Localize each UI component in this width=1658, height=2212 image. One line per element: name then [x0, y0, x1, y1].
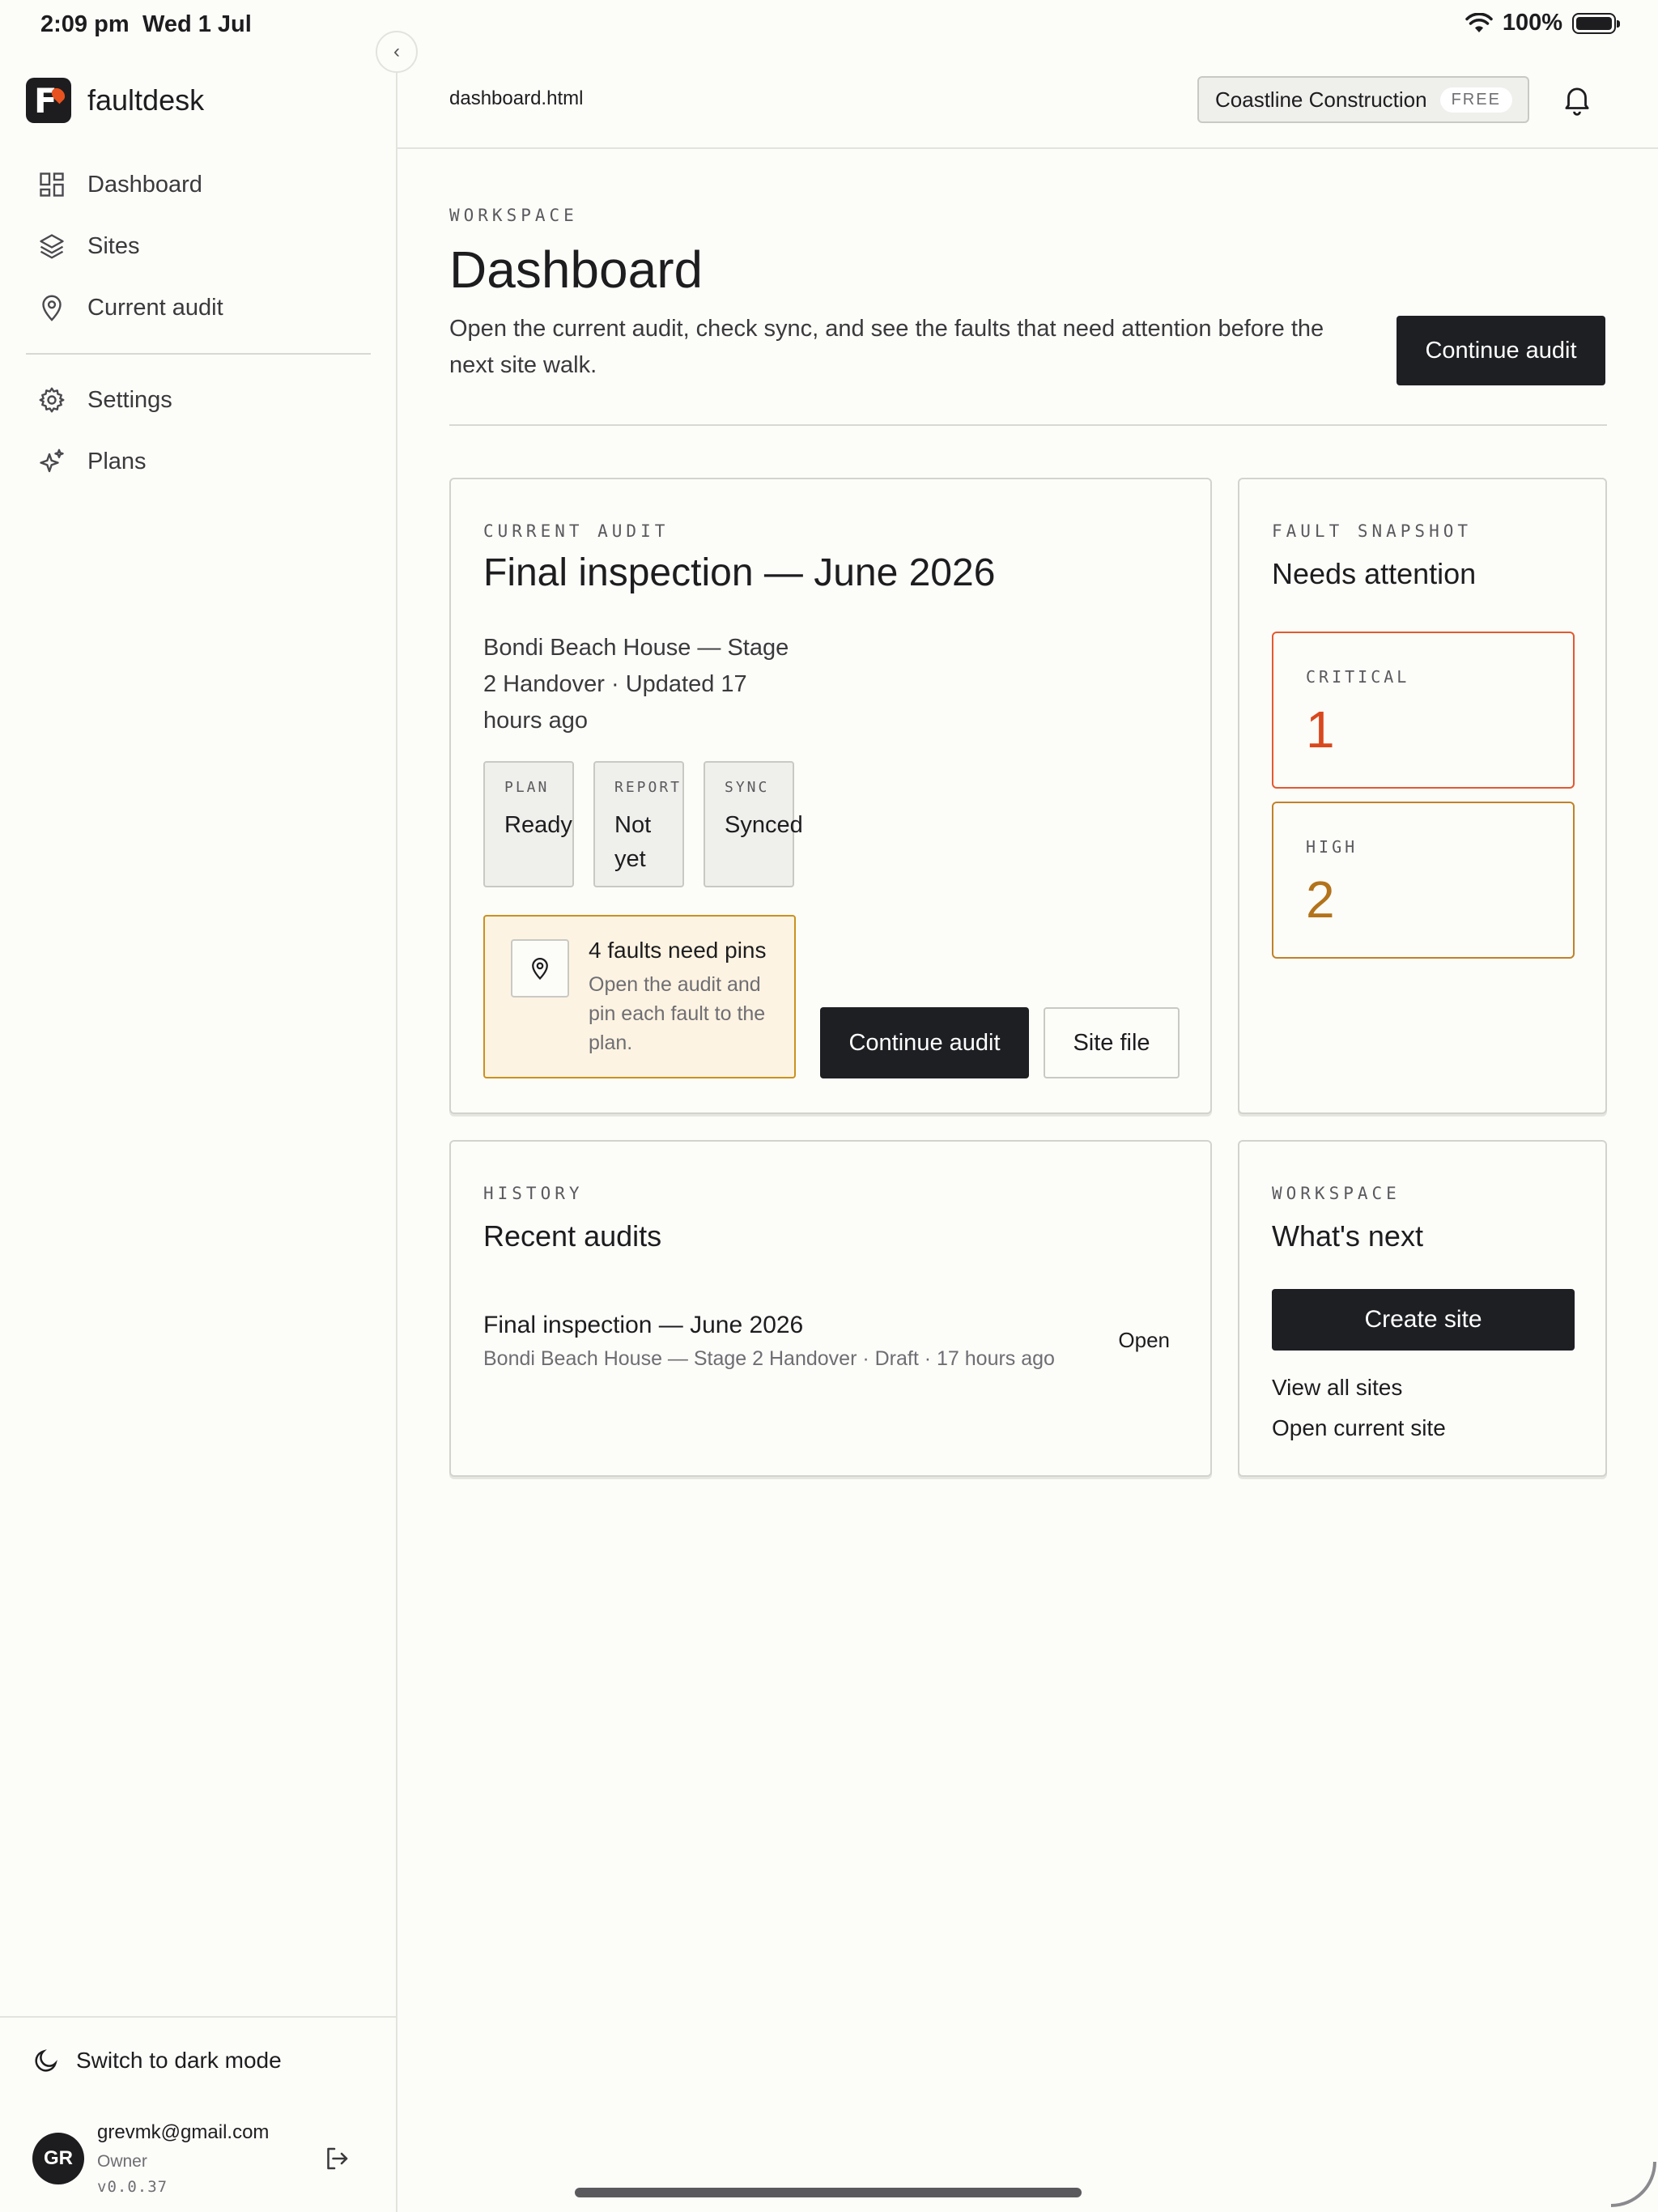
sidebar-item-label: Dashboard	[87, 171, 202, 198]
audit-row-meta: Bondi Beach House — Stage 2 Handover · D…	[483, 1347, 1055, 1370]
sidebar-item-label: Sites	[87, 232, 140, 259]
sidebar-item-dashboard[interactable]: Dashboard	[26, 154, 371, 215]
page-description: Open the current audit, check sync, and …	[449, 316, 1324, 378]
status-right: 100%	[1465, 10, 1620, 36]
app-version: v0.0.37	[97, 2178, 168, 2196]
severity-label: CRITICAL	[1306, 667, 1410, 687]
audit-row-title: Final inspection — June 2026	[483, 1312, 804, 1338]
bell-icon[interactable]	[1560, 83, 1594, 117]
whats-next-card: WORKSPACE What's next Create site View a…	[1238, 1140, 1607, 1477]
status-bar: 2:09 pm Wed 1 Jul 100%	[0, 0, 1658, 50]
dark-mode-toggle[interactable]: Switch to dark mode	[32, 2047, 282, 2074]
battery-icon	[1572, 12, 1620, 34]
user-email: grevmk@gmail.com	[97, 2121, 270, 2143]
map-pin-icon	[42, 295, 62, 321]
stat-label: PLAN	[504, 779, 550, 796]
corner-gesture-indicator	[1611, 2162, 1656, 2207]
page-title: Dashboard	[449, 240, 704, 299]
sidebar-item-sites[interactable]: Sites	[26, 215, 371, 277]
chevron-left-icon: ‹	[393, 40, 400, 62]
create-site-button[interactable]: Create site	[1272, 1289, 1575, 1351]
sparkles-icon	[40, 449, 64, 473]
alert-description: Open the audit and pin each fault to the…	[589, 973, 766, 1054]
card-eyebrow: CURRENT AUDIT	[483, 521, 670, 541]
logout-icon[interactable]	[322, 2144, 351, 2173]
continue-audit-card-button[interactable]: Continue audit	[820, 1007, 1029, 1078]
high-count-tile[interactable]: HIGH 2	[1272, 802, 1575, 959]
dark-mode-label: Switch to dark mode	[76, 2048, 282, 2073]
user-role: Owner	[97, 2152, 147, 2171]
alert-title: 4 faults need pins	[589, 938, 767, 963]
sidebar-nav: Dashboard Sites Current audit Settings P…	[26, 154, 371, 492]
current-file-label: dashboard.html	[449, 87, 584, 109]
continue-audit-button[interactable]: Continue audit	[1397, 316, 1605, 385]
snapshot-title: Needs attention	[1272, 557, 1477, 590]
map-pin-icon	[532, 958, 548, 981]
avatar[interactable]: GR	[32, 2133, 84, 2184]
critical-count-tile[interactable]: CRITICAL 1	[1272, 632, 1575, 789]
page-eyebrow: WORKSPACE	[449, 206, 578, 225]
sidebar-item-current-audit[interactable]: Current audit	[26, 277, 371, 338]
pins-alert: 4 faults need pins Open the audit and pi…	[483, 915, 796, 1078]
severity-count: 1	[1306, 700, 1335, 759]
sidebar-item-plans[interactable]: Plans	[26, 431, 371, 492]
collapse-sidebar-button[interactable]: ‹	[376, 31, 418, 73]
brand-logo-icon: F	[26, 78, 71, 123]
history-title: Recent audits	[483, 1219, 662, 1253]
view-all-sites-link[interactable]: View all sites	[1272, 1375, 1402, 1401]
whats-next-title: What's next	[1272, 1219, 1423, 1253]
sidebar-footer: Switch to dark mode GR grevmk@gmail.com …	[0, 2016, 396, 2196]
severity-count: 2	[1306, 870, 1335, 929]
moon-icon	[35, 2049, 57, 2072]
stat-report: REPORT Not yet	[593, 761, 684, 887]
org-switcher[interactable]: Coastline Construction FREE	[1197, 76, 1529, 123]
layers-icon	[40, 234, 64, 259]
status-date: Wed 1 Jul	[142, 11, 252, 37]
stat-plan: PLAN Ready	[483, 761, 574, 887]
card-eyebrow: HISTORY	[483, 1184, 584, 1203]
sidebar-item-settings[interactable]: Settings	[26, 369, 371, 431]
audit-title: Final inspection — June 2026	[483, 551, 996, 594]
open-current-site-link[interactable]: Open current site	[1272, 1415, 1446, 1441]
audit-subtitle: Bondi Beach House — Stage 2 Handover · U…	[483, 635, 789, 734]
org-name: Coastline Construction	[1215, 87, 1427, 112]
brand-name: faultdesk	[87, 83, 205, 117]
sidebar-item-label: Current audit	[87, 294, 223, 321]
stat-value: Synced	[725, 812, 803, 838]
wifi-icon	[1465, 12, 1493, 32]
severity-label: HIGH	[1306, 837, 1358, 857]
stat-sync: SYNC Synced	[704, 761, 803, 887]
stat-label: REPORT	[614, 779, 682, 796]
header-divider	[449, 424, 1607, 426]
card-eyebrow: WORKSPACE	[1272, 1184, 1401, 1203]
fault-snapshot-card: FAULT SNAPSHOT Needs attention CRITICAL …	[1238, 478, 1607, 1114]
home-indicator[interactable]	[575, 2188, 1082, 2197]
stat-value: Ready	[504, 812, 572, 838]
user-profile: GR grevmk@gmail.com Owner v0.0.37	[32, 2120, 372, 2197]
sidebar-item-label: Plans	[87, 448, 147, 474]
current-audit-card: CURRENT AUDIT Final inspection — June 20…	[449, 478, 1212, 1114]
dashboard-grid-icon	[40, 172, 64, 197]
nav-divider	[26, 353, 371, 355]
gear-icon	[39, 387, 65, 413]
open-audit-link[interactable]: Open	[1118, 1328, 1170, 1353]
status-time: 2:09 pm	[40, 11, 130, 37]
topbar: dashboard.html Coastline Construction FR…	[397, 50, 1658, 149]
battery-percent: 100%	[1502, 10, 1562, 36]
stat-label: SYNC	[725, 779, 770, 796]
list-item[interactable]: Final inspection — June 2026 Bondi Beach…	[483, 1312, 1180, 1385]
card-eyebrow: FAULT SNAPSHOT	[1272, 521, 1473, 541]
site-file-button[interactable]: Site file	[1044, 1007, 1180, 1078]
brand[interactable]: F faultdesk	[26, 78, 204, 123]
sidebar: F faultdesk Dashboard Sites Current audi…	[0, 50, 397, 2212]
pin-icon-box	[511, 939, 569, 998]
stat-value: Not yet	[614, 812, 652, 872]
plan-badge: FREE	[1439, 87, 1512, 113]
history-card: HISTORY Recent audits Final inspection —…	[449, 1140, 1212, 1477]
sidebar-item-label: Settings	[87, 386, 172, 413]
